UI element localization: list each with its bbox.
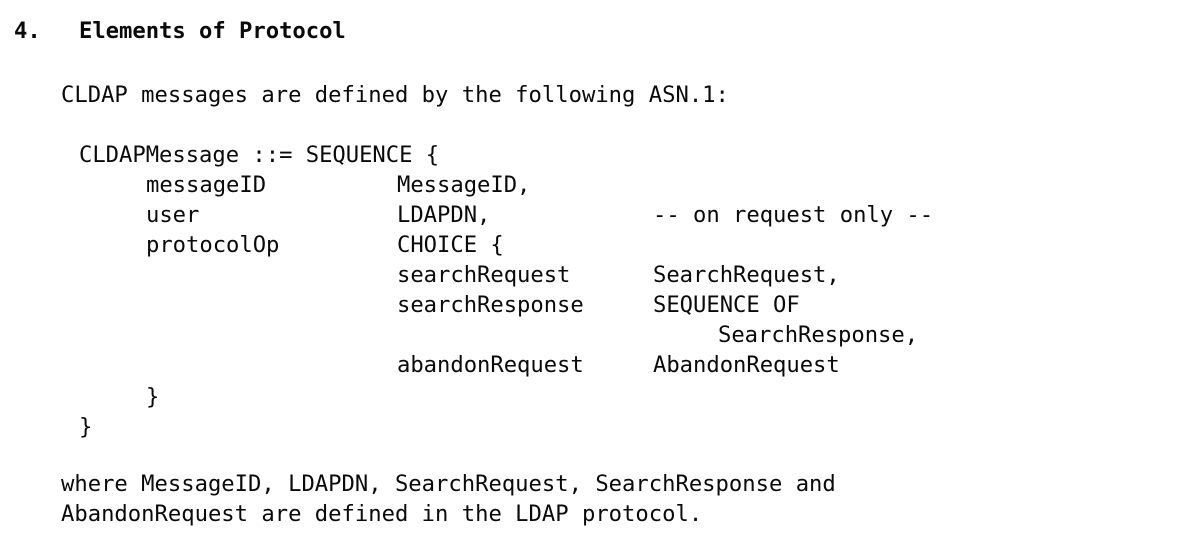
asn1-choice-type-abandonrequest: AbandonRequest: [653, 352, 840, 378]
intro-paragraph: CLDAP messages are defined by the follow…: [61, 82, 729, 108]
asn1-field-comment-user: -- on request only --: [653, 202, 934, 228]
closing-paragraph-line-1: where MessageID, LDAPDN, SearchRequest, …: [61, 471, 836, 497]
closing-paragraph-line-2: AbandonRequest are defined in the LDAP p…: [61, 501, 703, 527]
asn1-inner-close-brace: }: [146, 384, 160, 410]
asn1-choice-type-searchresponse-continuation: SearchResponse,: [718, 322, 919, 348]
asn1-field-name-protocolop: protocolOp: [146, 232, 280, 258]
document-page: 4. Elements of Protocol CLDAP messages a…: [0, 0, 1182, 548]
asn1-field-type-user: LDAPDN,: [397, 202, 491, 228]
asn1-header-line: CLDAPMessage ::= SEQUENCE {: [79, 142, 440, 168]
asn1-choice-name-abandonrequest: abandonRequest: [397, 352, 584, 378]
section-number: 4.: [14, 18, 41, 44]
asn1-outer-close-brace: }: [79, 414, 93, 440]
section-title: Elements of Protocol: [79, 18, 346, 44]
asn1-choice-name-searchresponse: searchResponse: [397, 292, 584, 318]
asn1-choice-name-searchrequest: searchRequest: [397, 262, 571, 288]
asn1-field-name-messageid: messageID: [146, 172, 267, 198]
asn1-choice-type-searchresponse: SEQUENCE OF: [653, 292, 800, 318]
asn1-field-type-protocolop: CHOICE {: [397, 232, 504, 258]
asn1-field-name-user: user: [146, 202, 200, 228]
asn1-choice-type-searchrequest: SearchRequest,: [653, 262, 840, 288]
asn1-field-type-messageid: MessageID,: [397, 172, 531, 198]
